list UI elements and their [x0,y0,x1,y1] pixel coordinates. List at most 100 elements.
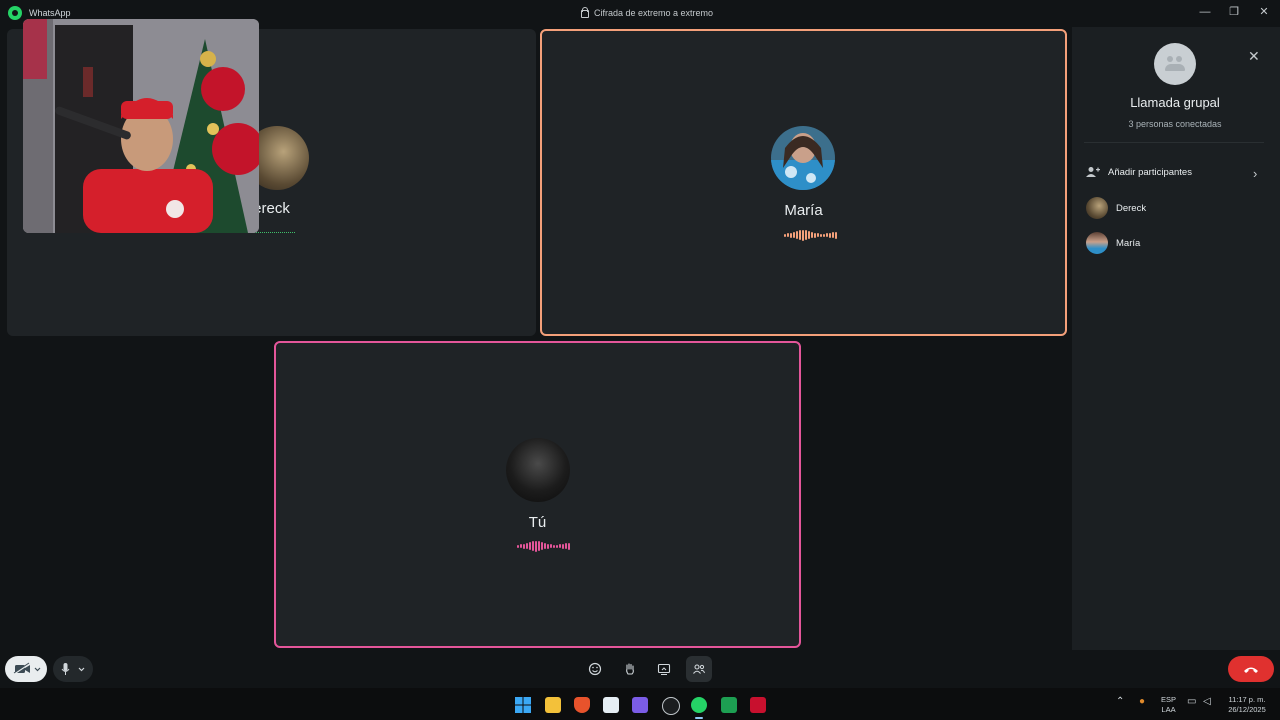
audio-wave-bar [538,541,540,551]
reactions-button[interactable] [582,656,608,682]
audio-wave-bar [520,544,522,548]
microsoft-store-icon[interactable] [603,697,619,713]
encryption-notice: Cifrada de extremo a extremo [581,7,714,18]
game-controller-icon[interactable] [632,697,648,713]
windows-taskbar: ⌃ ● ESP LAA ▭ ◁ 11:17 p. m. 26/12/2025 [0,688,1280,720]
audio-wave-bar [565,543,567,549]
mail-app-icon[interactable] [750,697,766,713]
maria-avatar [771,126,835,190]
audio-wave-bar [553,544,555,548]
add-participants-button[interactable]: Añadir participantes [1086,161,1192,183]
participant-row-dereck[interactable]: Dereck [1086,197,1146,219]
clock-time: 11:17 p. m. [1228,695,1266,704]
audio-wave-bar [562,543,564,549]
audio-wave-bar [535,540,537,552]
raise-hand-button[interactable] [617,656,643,682]
raise-hand-icon [626,663,634,675]
audio-wave-bar [784,233,786,237]
audio-wave-bar [556,544,558,548]
brave-browser-icon[interactable] [574,697,590,713]
file-explorer-icon[interactable] [545,697,561,713]
add-participants-label: Añadir participantes [1108,166,1192,178]
participants-icon [693,664,705,674]
audio-wave-bar [829,232,831,238]
active-app-indicator [695,717,703,719]
keyboard-layout: LAA [1161,705,1176,714]
encryption-label: Cifrada de extremo a extremo [594,8,714,18]
audio-wave-bar [541,542,543,550]
participant-name: María [784,202,823,219]
audio-wave-bar [826,233,828,237]
close-panel-button[interactable]: ✕ [1248,48,1260,65]
audio-wave-bar [811,232,813,238]
video-off-icon [13,662,41,675]
audio-wave-bar [832,232,834,238]
obs-studio-icon[interactable] [662,697,680,715]
camera-toggle-button[interactable] [5,656,47,682]
phone-hangup-icon [1244,667,1258,673]
clock[interactable]: 11:17 p. m. 26/12/2025 [1224,695,1270,715]
maximize-button[interactable]: ❐ [1224,4,1244,20]
self-video-frame [23,19,259,233]
audio-wave-bar [517,544,519,548]
emoji-icon [588,662,602,676]
language-indicator[interactable]: ESP LAA [1161,695,1176,715]
lock-icon [581,7,589,18]
call-info-panel: ✕ Llamada grupal 3 personas conectadas A… [1072,27,1280,650]
microphone-icon [61,663,85,675]
audio-wave-bar [823,233,825,237]
audio-wave-bar [790,232,792,238]
network-icon[interactable]: ▭ [1187,697,1196,707]
language-code: ESP [1161,695,1177,704]
participant-name: Tú [528,514,547,531]
windows-start-icon[interactable] [515,697,531,713]
microphone-in-use-icon[interactable]: ● [1139,697,1145,707]
avatar [1086,197,1108,219]
audio-wave-bar [799,230,801,240]
audio-wave-bar [568,542,570,550]
audio-wave-bar [550,544,552,548]
share-screen-icon [657,663,671,675]
self-video-preview[interactable] [23,19,259,233]
participant-tile-self[interactable]: Tú [274,341,801,648]
audio-wave-bar [805,230,807,240]
audio-wave-bar [523,543,525,549]
participant-row-label: María [1116,237,1141,249]
audio-wave-bar [547,543,549,549]
audio-wave-bar [559,544,561,548]
self-audio-wave [517,540,570,552]
participant-row-maria[interactable]: María [1086,232,1140,254]
end-call-button[interactable] [1228,656,1274,682]
panel-subtitle: 3 personas conectadas [1128,119,1222,129]
participant-tile-maria[interactable]: María [540,29,1067,336]
group-avatar-icon [1154,43,1196,85]
maria-audio-wave [784,229,837,241]
audio-wave-bar [529,542,531,550]
audio-wave-bar [808,231,810,239]
participants-button[interactable] [686,656,712,682]
volume-icon[interactable]: ◁ [1203,697,1211,707]
chevron-right-icon: › [1253,166,1258,181]
clock-date: 26/12/2025 [1228,705,1266,714]
microphone-toggle-button[interactable] [53,656,93,682]
share-screen-button[interactable] [651,656,677,682]
audio-wave-bar [532,541,534,551]
close-window-button[interactable]: ✕ [1254,4,1274,20]
audio-wave-bar [802,229,804,241]
audio-wave-bar [820,233,822,237]
show-hidden-icons-button[interactable]: ⌃ [1116,697,1124,707]
audio-wave-bar [835,231,837,239]
panel-title: Llamada grupal [1130,95,1220,110]
dereck-audio-indicator [253,232,295,233]
audio-wave-bar [526,543,528,549]
minimize-button[interactable]: — [1195,4,1215,20]
whatsapp-logo-icon [8,6,22,20]
app-name: WhatsApp [29,8,71,18]
participant-row-label: Dereck [1116,202,1147,214]
audio-wave-bar [814,232,816,238]
audio-wave-bar [817,233,819,237]
divider [1084,142,1264,143]
whatsapp-taskbar-icon[interactable] [691,697,707,713]
audio-wave-bar [544,543,546,549]
spreadsheet-app-icon[interactable] [721,697,737,713]
